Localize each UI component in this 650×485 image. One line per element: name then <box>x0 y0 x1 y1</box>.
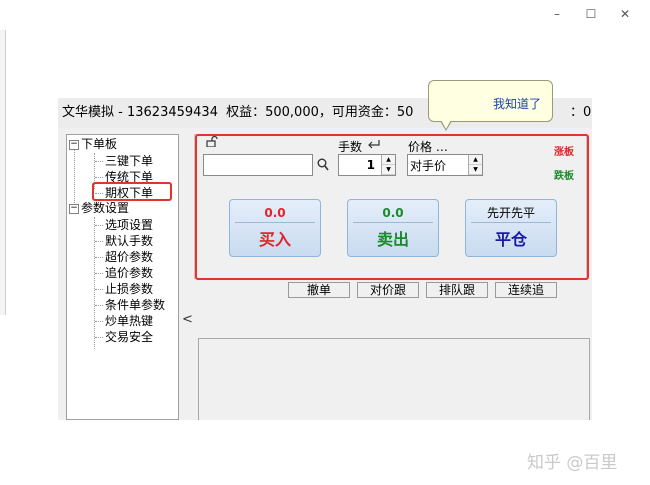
available-value: 50 <box>396 105 414 120</box>
tree-item-overprice[interactable]: 超价参数 <box>105 249 153 265</box>
options-order-highlight <box>92 182 172 201</box>
tree-item-trade-security[interactable]: 交易安全 <box>105 329 153 345</box>
equity-text: 权益：500,000， <box>226 105 332 120</box>
tree-group-order-panel[interactable]: 下单板 <box>81 136 117 152</box>
tree-item-hotkeys[interactable]: 炒单热键 <box>105 313 153 329</box>
balance-fragment: ：0.00 <box>570 105 592 120</box>
tree-item-default-lots[interactable]: 默认手数 <box>105 233 153 249</box>
counter-follow-button[interactable]: 对价跟 <box>357 282 419 298</box>
tooltip-tail-fill <box>441 120 451 129</box>
maximize-button[interactable]: ☐ <box>574 6 608 22</box>
app-window: 文华模拟 - 13623459434 权益：500,000，可用资金：50 ：0… <box>58 98 592 420</box>
collapse-toggle-order[interactable]: − <box>69 140 79 150</box>
continuous-chase-button[interactable]: 连续追 <box>495 282 557 298</box>
minimize-button[interactable]: – <box>540 6 574 22</box>
queue-follow-button[interactable]: 排队跟 <box>426 282 488 298</box>
close-button[interactable]: ✕ <box>608 6 642 22</box>
account-phone: - 13623459434 <box>118 105 218 120</box>
collapse-arrow-icon[interactable]: < <box>182 312 193 327</box>
available-label: 可用资金： <box>331 105 397 120</box>
tree-item-chase-price[interactable]: 追价参数 <box>105 265 153 281</box>
window-controls: – ☐ ✕ <box>540 6 642 22</box>
tooltip-dismiss-link[interactable]: 我知道了 <box>493 95 541 112</box>
hint-tooltip: 我知道了 <box>428 80 553 122</box>
tree-item-conditional-order[interactable]: 条件单参数 <box>105 297 165 313</box>
tree-group-settings[interactable]: 参数设置 <box>81 200 129 216</box>
tree-item-stop-loss[interactable]: 止损参数 <box>105 281 153 297</box>
orders-list-area[interactable] <box>198 338 590 420</box>
tree-item-three-key-order[interactable]: 三键下单 <box>105 153 153 169</box>
watermark: 知乎 @百里 <box>527 453 618 473</box>
order-panel-highlight <box>195 134 589 280</box>
collapse-toggle-settings[interactable]: − <box>69 204 79 214</box>
cancel-order-button[interactable]: 撤单 <box>288 282 350 298</box>
navigation-tree: − 下单板 三键下单 传统下单 期权下单 − 参数设置 选项设置 默认手数 超价… <box>66 134 179 420</box>
app-name: 文华模拟 <box>62 105 115 120</box>
left-edge-panel <box>0 30 6 315</box>
tree-item-options[interactable]: 选项设置 <box>105 217 153 233</box>
